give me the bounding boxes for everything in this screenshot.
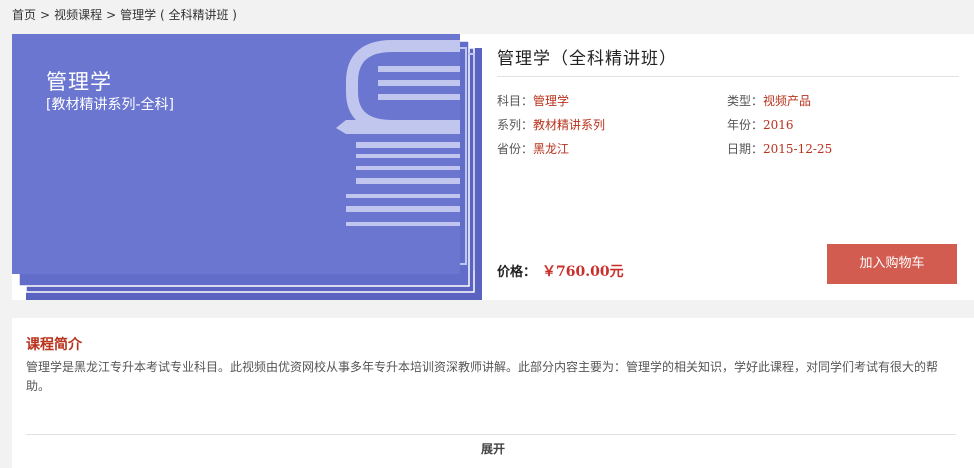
book-line <box>378 80 460 86</box>
price-value: ￥760.00元 <box>542 264 624 280</box>
breadcrumb-video-courses-link[interactable]: 视频课程 <box>54 8 102 22</box>
price: 价格： ￥760.00元 <box>497 261 624 281</box>
attr-type-label: 类型： <box>727 94 764 108</box>
add-to-cart-button[interactable]: 加入购物车 <box>827 244 957 284</box>
attr-province: 省份：黑龙江 <box>497 140 569 157</box>
attr-type-value: 视频产品 <box>763 94 812 108</box>
attr-type: 类型：视频产品 <box>727 92 811 109</box>
attr-year: 年份：2016 <box>727 116 794 133</box>
intro-text: 管理学是黑龙江专升本考试专业科目。此视频由优资网校从事多年专升本培训资深教师讲解… <box>26 360 939 393</box>
pencil-shape <box>336 120 460 134</box>
attr-year-value: 2016 <box>763 118 794 132</box>
page-line <box>346 194 460 198</box>
divider <box>26 434 956 435</box>
expand-button[interactable]: 展开 <box>12 440 974 457</box>
breadcrumb-separator: > <box>40 8 51 22</box>
breadcrumb-separator: > <box>106 8 117 22</box>
breadcrumb-current: 管理学 ( 全科精讲班 ) <box>120 8 237 22</box>
product-title: 管理学（全科精讲班） <box>497 49 677 69</box>
product-info: 管理学（全科精讲班） 科目：管理学 类型：视频产品 系列：教材精讲系列 年份：2… <box>497 34 959 300</box>
attr-date: 日期：2015-12-25 <box>727 140 832 157</box>
book-line <box>378 94 460 100</box>
attr-series-label: 系列： <box>497 118 534 132</box>
page-line <box>356 142 460 148</box>
breadcrumb: 首页 > 视频课程 > 管理学 ( 全科精讲班 ) <box>12 6 237 23</box>
product-panel: 管理学 [教材精讲系列-全科] 管理学（全科精讲班） 科目：管理学 类型：视频产… <box>12 34 974 300</box>
page-line <box>356 154 460 158</box>
cover-subtitle: [教材精讲系列-全科] <box>46 97 174 113</box>
book-line <box>378 66 460 72</box>
attr-date-value: 2015-12-25 <box>763 142 833 156</box>
attr-province-label: 省份： <box>497 142 534 156</box>
price-label: 价格： <box>497 265 537 280</box>
page-line <box>346 206 460 212</box>
page-line <box>356 166 460 170</box>
attr-province-link[interactable]: 黑龙江 <box>533 142 569 156</box>
attr-subject: 科目：管理学 <box>497 92 569 109</box>
attr-series-link[interactable]: 教材精讲系列 <box>533 118 605 132</box>
attr-series: 系列：教材精讲系列 <box>497 116 605 133</box>
breadcrumb-home-link[interactable]: 首页 <box>12 8 36 22</box>
attr-subject-label: 科目： <box>497 94 534 108</box>
intro-title: 课程简介 <box>26 337 82 353</box>
course-intro-panel: 课程简介 管理学是黑龙江专升本考试专业科目。此视频由优资网校从事多年专升本培训资… <box>12 318 974 468</box>
cover-title: 管理学 <box>46 70 112 94</box>
page-line <box>356 178 460 184</box>
divider <box>497 76 959 77</box>
attr-subject-link[interactable]: 管理学 <box>533 94 569 108</box>
page-line <box>346 222 460 226</box>
attr-date-label: 日期： <box>727 142 764 156</box>
attr-year-label: 年份： <box>727 118 764 132</box>
course-cover-image: 管理学 [教材精讲系列-全科] <box>12 34 482 300</box>
